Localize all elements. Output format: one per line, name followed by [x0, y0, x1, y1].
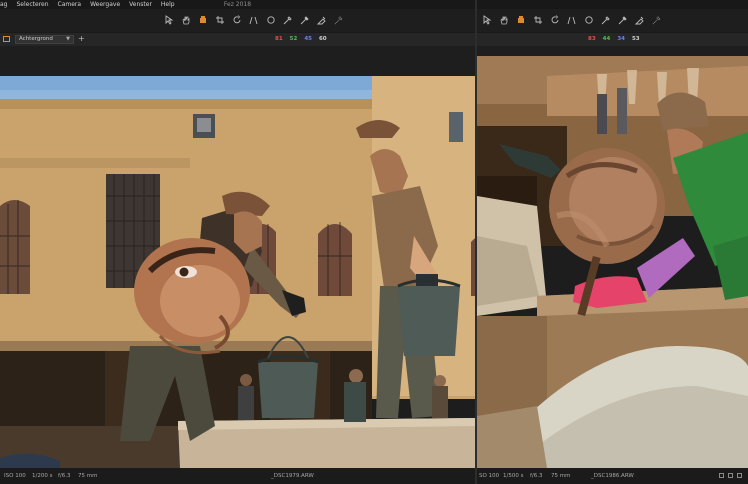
- pan-hand-icon[interactable]: [181, 15, 191, 25]
- select-arrow-icon[interactable]: [164, 15, 174, 25]
- color-readout-right: 83 44 34 53: [588, 33, 640, 45]
- status-bar-left: ISO 100 1/200 s f/6.3 75 mm _DSC1979.ARW: [0, 468, 475, 484]
- white-balance-picker-icon[interactable]: [618, 15, 628, 25]
- layer-mask-icon[interactable]: [3, 36, 10, 42]
- readout-green: 44: [602, 36, 611, 42]
- photo-viewer-right[interactable]: [477, 46, 748, 468]
- menu-item-view[interactable]: Weergave: [90, 0, 120, 9]
- erase-icon[interactable]: [317, 15, 327, 25]
- readout-blue: 45: [304, 36, 312, 42]
- left-viewer-pane: Fez 2018 ag Selecteren Camera Weergave V…: [0, 0, 475, 484]
- status-focal-length: 75 mm: [551, 473, 571, 479]
- crop-icon[interactable]: [215, 15, 225, 25]
- status-aperture: f/6.3: [58, 473, 71, 479]
- info-bar-right: 83 44 34 53: [477, 32, 748, 47]
- readout-red: 81: [275, 36, 283, 42]
- gradient-icon[interactable]: [334, 15, 344, 25]
- perspective-icon[interactable]: [249, 15, 259, 25]
- readout-luminance: 53: [631, 36, 640, 42]
- status-iso: SO 100: [479, 473, 500, 479]
- status-shutter: 1/500 s: [503, 473, 524, 479]
- select-arrow-icon[interactable]: [482, 15, 492, 25]
- rotate-icon[interactable]: [232, 15, 242, 25]
- status-filename: _DSC1986.ARW: [591, 473, 634, 479]
- status-iso: ISO 100: [4, 473, 26, 479]
- layer-dropdown[interactable]: Achtergrond ▼: [15, 35, 74, 44]
- layer-dropdown-value: Achtergrond: [19, 36, 53, 42]
- status-focal-length: 75 mm: [78, 473, 98, 479]
- menu-item-help[interactable]: Help: [161, 0, 175, 9]
- view-mode-icons: [719, 473, 742, 478]
- erase-icon[interactable]: [635, 15, 645, 25]
- readout-green: 52: [289, 36, 298, 42]
- chevron-down-icon: ▼: [66, 36, 70, 42]
- add-layer-button[interactable]: +: [78, 34, 85, 44]
- color-picker-icon[interactable]: [601, 15, 611, 25]
- menu-item-partial[interactable]: ag: [0, 0, 8, 9]
- tool-group: [164, 15, 344, 25]
- menu-item-camera[interactable]: Camera: [58, 0, 82, 9]
- title-bar-right: [477, 0, 748, 9]
- right-viewer-pane: 83 44 34 53 SO 100 1/500 s f/6.3 75 mm _…: [477, 0, 748, 484]
- pan-hand-icon[interactable]: [499, 15, 509, 25]
- readout-luminance: 60: [318, 36, 327, 42]
- status-bar-right: SO 100 1/500 s f/6.3 75 mm _DSC1986.ARW: [477, 468, 748, 484]
- fullscreen-icon[interactable]: [737, 473, 742, 478]
- rotate-icon[interactable]: [550, 15, 560, 25]
- compare-view-icon[interactable]: [728, 473, 733, 478]
- layer-info-bar: Achtergrond ▼ + 81 52 45 60: [0, 32, 475, 47]
- grid-view-icon[interactable]: [719, 473, 724, 478]
- photo-right: [477, 46, 748, 468]
- status-shutter: 1/200 s: [32, 473, 53, 479]
- menu-item-window[interactable]: Venster: [129, 0, 152, 9]
- status-aperture: f/6.3: [530, 473, 543, 479]
- perspective-icon[interactable]: [567, 15, 577, 25]
- color-picker-icon[interactable]: [283, 15, 293, 25]
- title-bar: Fez 2018 ag Selecteren Camera Weergave V…: [0, 0, 475, 9]
- circle-mask-icon[interactable]: [584, 15, 594, 25]
- brush-tool-icon[interactable]: [198, 15, 208, 25]
- photo-viewer-left[interactable]: [0, 46, 475, 468]
- brush-tool-icon[interactable]: [516, 15, 526, 25]
- gradient-icon[interactable]: [652, 15, 662, 25]
- menu-item-select[interactable]: Selecteren: [17, 0, 49, 9]
- status-filename: _DSC1979.ARW: [271, 473, 314, 479]
- menu-bar: ag Selecteren Camera Weergave Venster He…: [0, 0, 184, 9]
- circle-mask-icon[interactable]: [266, 15, 276, 25]
- readout-red: 83: [588, 36, 596, 42]
- tool-bar: [0, 9, 475, 32]
- tool-bar-right: [477, 9, 748, 32]
- crop-icon[interactable]: [533, 15, 543, 25]
- readout-blue: 34: [617, 36, 625, 42]
- white-balance-picker-icon[interactable]: [300, 15, 310, 25]
- photo-left: [0, 46, 475, 468]
- color-readout: 81 52 45 60: [275, 33, 327, 45]
- tool-group-right: [482, 15, 662, 25]
